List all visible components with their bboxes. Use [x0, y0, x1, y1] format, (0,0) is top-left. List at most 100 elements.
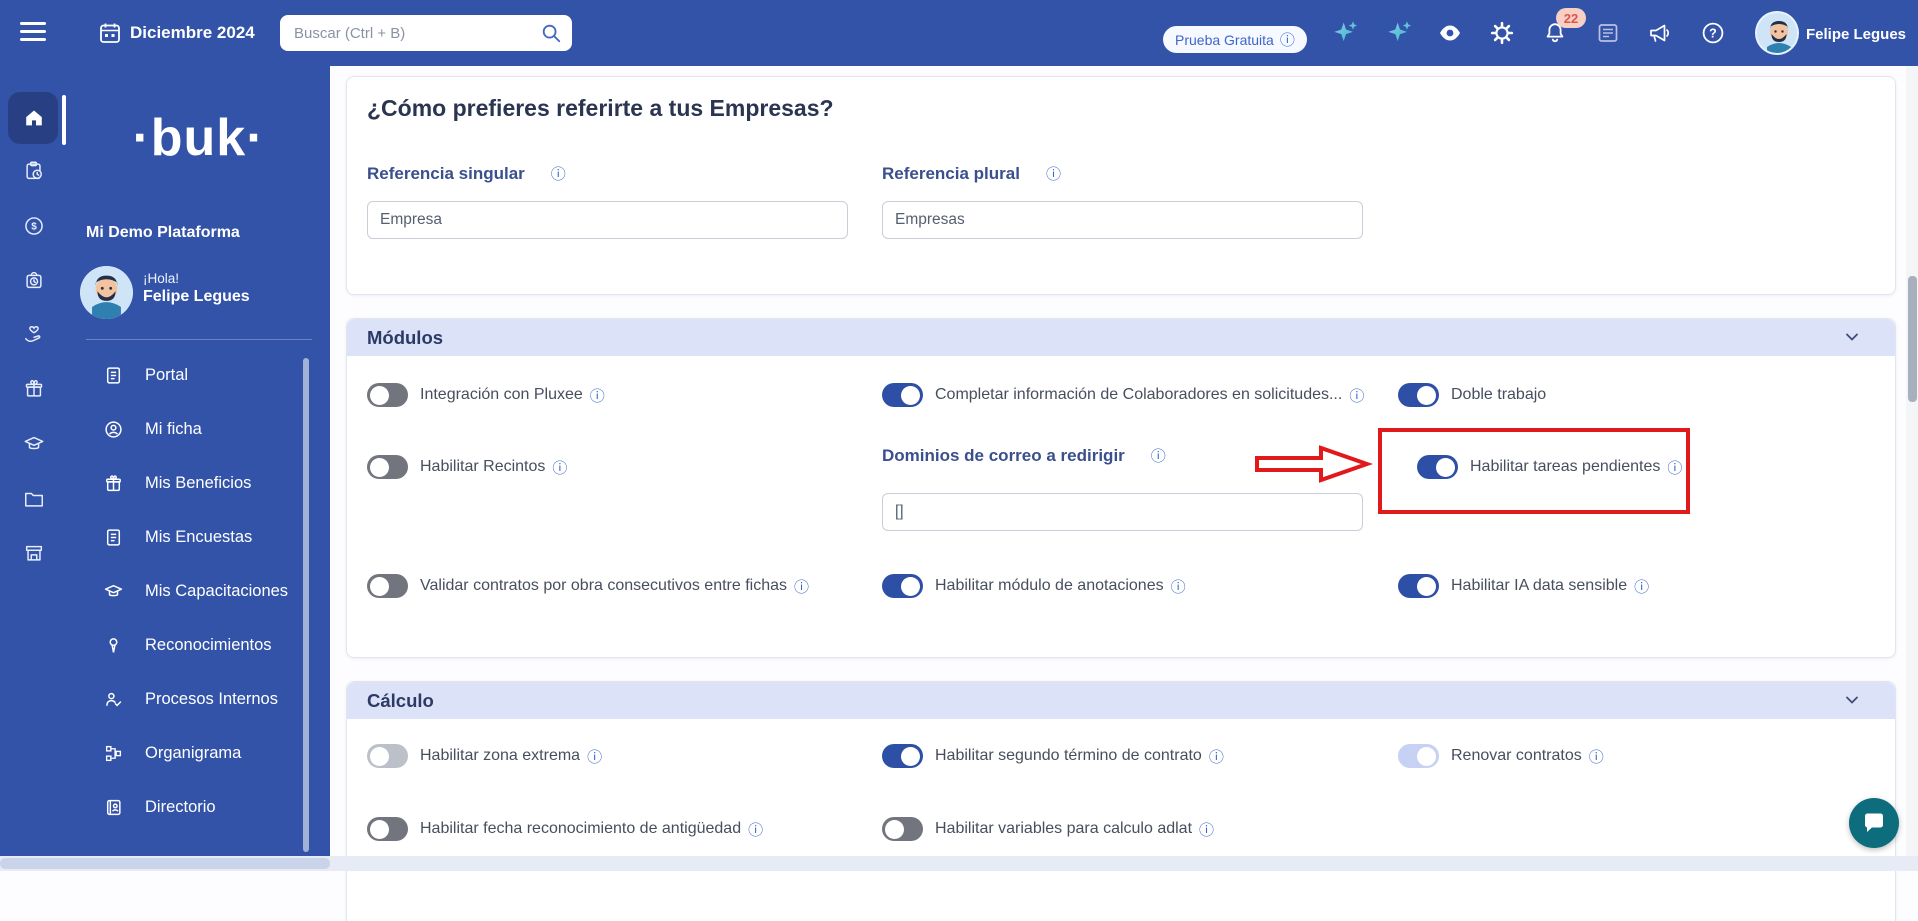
calendar-icon [100, 23, 120, 43]
horizontal-scrollbar-thumb[interactable] [0, 858, 330, 869]
sparkle-icon[interactable] [1332, 19, 1360, 47]
sidebar-item-mis-capacitaciones[interactable]: Mis Capacitaciones [67, 564, 330, 618]
sidebar-item-label: Directorio [145, 797, 216, 816]
clipboard-clock-icon[interactable] [0, 145, 67, 197]
info-icon[interactable]: ⓘ [590, 385, 605, 406]
info-icon[interactable]: ⓘ [1199, 819, 1214, 840]
toggle-ia-data-sensible: Habilitar IA data sensible ⓘ [1398, 574, 1649, 598]
singular-reference-input[interactable] [367, 201, 848, 239]
svg-text:$: $ [31, 222, 37, 233]
toggle-habilitar-recintos: Habilitar Recintos ⓘ [367, 455, 567, 479]
info-icon[interactable]: ⓘ [1151, 445, 1166, 466]
modules-title: Módulos [367, 326, 444, 348]
info-icon[interactable]: ⓘ [551, 163, 566, 184]
help-icon[interactable]: ? [1701, 21, 1725, 45]
hamburger-menu-icon[interactable] [20, 22, 46, 44]
gift-icon[interactable] [0, 363, 67, 415]
modules-header[interactable]: Módulos [347, 319, 1895, 356]
sidebar-item-procesos-internos[interactable]: Procesos Internos [67, 672, 330, 726]
medal-icon [109, 637, 118, 653]
eye-icon[interactable] [1438, 21, 1462, 45]
sidebar-item-reconocimientos[interactable]: Reconocimientos [67, 618, 330, 672]
toggle[interactable] [367, 455, 408, 479]
user-avatar[interactable] [1755, 11, 1799, 55]
toggle[interactable] [1398, 383, 1439, 407]
chevron-down-icon[interactable] [1843, 328, 1861, 346]
toggle[interactable] [1417, 455, 1458, 479]
megaphone-icon[interactable] [1648, 21, 1672, 45]
toggle[interactable] [882, 574, 923, 598]
hand-heart-icon[interactable] [0, 309, 67, 361]
person-circle-icon [105, 420, 122, 438]
user-name[interactable]: Felipe Legues [1806, 26, 1906, 43]
home-icon[interactable] [0, 92, 67, 144]
info-icon[interactable]: ⓘ [552, 457, 567, 478]
toggle[interactable] [1398, 744, 1439, 768]
info-icon[interactable]: ⓘ [1589, 746, 1604, 767]
toggle[interactable] [367, 574, 408, 598]
bag-clock-icon[interactable] [0, 254, 67, 306]
sparkle-icon[interactable] [1386, 19, 1414, 47]
coin-icon[interactable]: $ [0, 200, 67, 252]
plural-reference-input[interactable] [882, 201, 1363, 239]
period-selector[interactable]: Diciembre 2024 [130, 23, 255, 43]
chat-icon [1865, 813, 1883, 832]
calculo-header[interactable]: Cálculo [347, 682, 1895, 719]
sidebar-item-portal[interactable]: Portal [67, 348, 330, 402]
gift-icon [106, 474, 121, 491]
person-check-icon [106, 692, 122, 706]
gear-icon[interactable] [1490, 21, 1514, 45]
sidebar-item-mis-encuestas[interactable]: Mis Encuestas [67, 510, 330, 564]
sidebar-item-directorio[interactable]: Directorio [67, 780, 330, 834]
toggle[interactable] [367, 744, 408, 768]
toggle[interactable] [882, 383, 923, 407]
graduation-cap-icon[interactable] [0, 418, 67, 470]
notification-badge[interactable]: 22 [1556, 8, 1586, 28]
document-icon [106, 366, 121, 384]
sidebar-item-organigrama[interactable]: Organigrama [67, 726, 330, 780]
main-content: ¿Cómo prefieres referirte a tus Empresas… [330, 66, 1918, 921]
sidebar-item-label: Portal [145, 365, 189, 384]
folder-icon[interactable] [0, 473, 67, 525]
info-icon[interactable]: ⓘ [1349, 385, 1364, 406]
vertical-scrollbar-track[interactable] [1906, 66, 1918, 856]
icon-rail: $ [0, 66, 67, 856]
info-icon[interactable]: ⓘ [587, 746, 602, 767]
info-icon[interactable]: ⓘ [794, 576, 809, 597]
search-icon[interactable] [540, 22, 562, 44]
vertical-scrollbar-thumb[interactable] [1908, 276, 1917, 402]
news-icon[interactable] [1596, 21, 1620, 45]
graduation-cap-icon [104, 584, 123, 596]
toggle-segundo-termino: Habilitar segundo término de contrato ⓘ [882, 744, 1224, 768]
info-icon[interactable]: ⓘ [1046, 163, 1061, 184]
toggle[interactable] [367, 817, 408, 841]
field-label: Referencia singular ⓘ [367, 163, 566, 184]
field-label: Referencia plural ⓘ [882, 163, 1061, 184]
toggle-renovar-contratos: Renovar contratos ⓘ [1398, 744, 1604, 768]
address-book-icon [106, 799, 121, 815]
trial-badge[interactable]: Prueba Gratuita ⓘ [1163, 26, 1307, 53]
sidebar-avatar[interactable] [80, 266, 133, 319]
sidebar-item-mi-ficha[interactable]: Mi ficha [67, 402, 330, 456]
buk-logo: ·buk· [132, 109, 265, 167]
info-icon[interactable]: ⓘ [1667, 457, 1682, 478]
search-input[interactable] [294, 15, 534, 51]
modules-card: Módulos Integración con Pluxee ⓘ Completa… [346, 318, 1896, 658]
info-icon: ⓘ [1279, 32, 1295, 49]
toggle[interactable] [882, 744, 923, 768]
info-icon[interactable]: ⓘ [1171, 576, 1186, 597]
toggle[interactable] [882, 817, 923, 841]
redirect-domains-input[interactable] [882, 493, 1363, 531]
toggle[interactable] [1398, 574, 1439, 598]
sidebar-item-label: Organigrama [145, 743, 242, 762]
chevron-down-icon[interactable] [1843, 691, 1861, 709]
storefront-icon[interactable] [0, 527, 67, 579]
sidebar-item-mis-beneficios[interactable]: Mis Beneficios [67, 456, 330, 510]
toggle[interactable] [367, 383, 408, 407]
info-icon[interactable]: ⓘ [748, 819, 763, 840]
chat-bubble-button[interactable] [1849, 798, 1899, 848]
info-icon[interactable]: ⓘ [1634, 576, 1649, 597]
sidebar-scrollbar[interactable] [303, 358, 309, 852]
horizontal-scrollbar-track[interactable] [0, 856, 1918, 871]
info-icon[interactable]: ⓘ [1209, 746, 1224, 767]
